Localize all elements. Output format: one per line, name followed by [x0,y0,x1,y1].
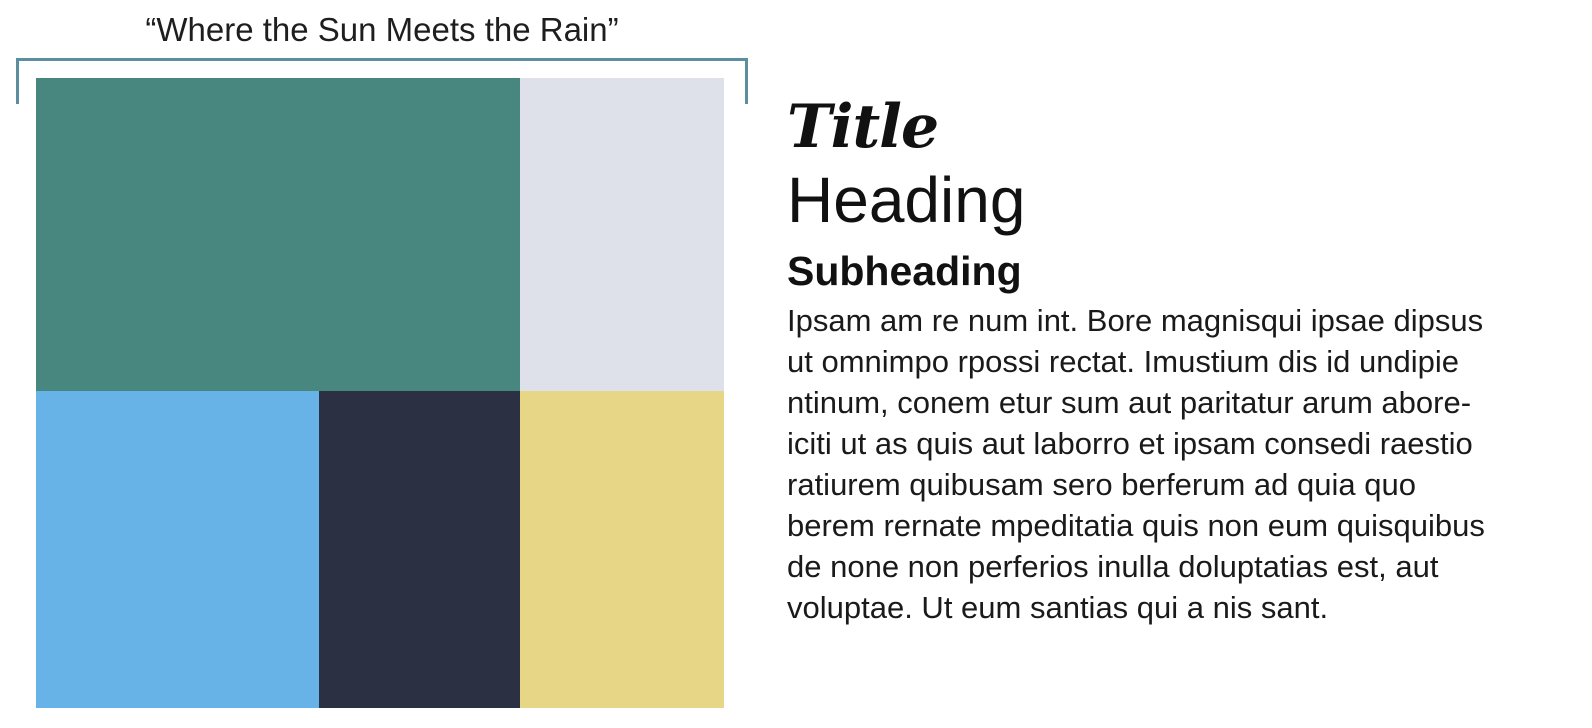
body-line: de none non perferios inulla doluptatias… [787,549,1439,584]
swatch-navy [319,391,520,708]
subheading-sample: Subheading [787,248,1022,294]
body-line: ut omnimpo rpossi rectat. Imustium dis i… [787,344,1459,379]
body-line: ntinum, conem etur sum aut paritatur aru… [787,385,1472,420]
swatch-light-gray [520,78,724,391]
body-line: voluptae. Ut eum santias qui a nis sant. [787,590,1329,625]
heading-sample: Heading [787,164,1026,236]
type-sample: Title Heading Subheading Ipsam am re num… [787,92,1577,628]
swatch-yellow [520,391,724,708]
body-line: ratiurem quibusam sero berferum ad quia … [787,467,1416,502]
title-sample: Title [787,92,939,162]
body-line: berem rernate mpeditatia quis non eum qu… [787,508,1485,543]
swatch-sky-blue [36,391,319,708]
body-line: iciti ut as quis aut laborro et ipsam co… [787,426,1473,461]
body-line: Ipsam am re num int. Bore magnisqui ipsa… [787,303,1484,338]
swatch-teal [36,78,520,391]
body-text-sample: Ipsam am re num int. Bore magnisqui ipsa… [787,300,1577,628]
palette-caption: “Where the Sun Meets the Rain” [145,11,619,48]
